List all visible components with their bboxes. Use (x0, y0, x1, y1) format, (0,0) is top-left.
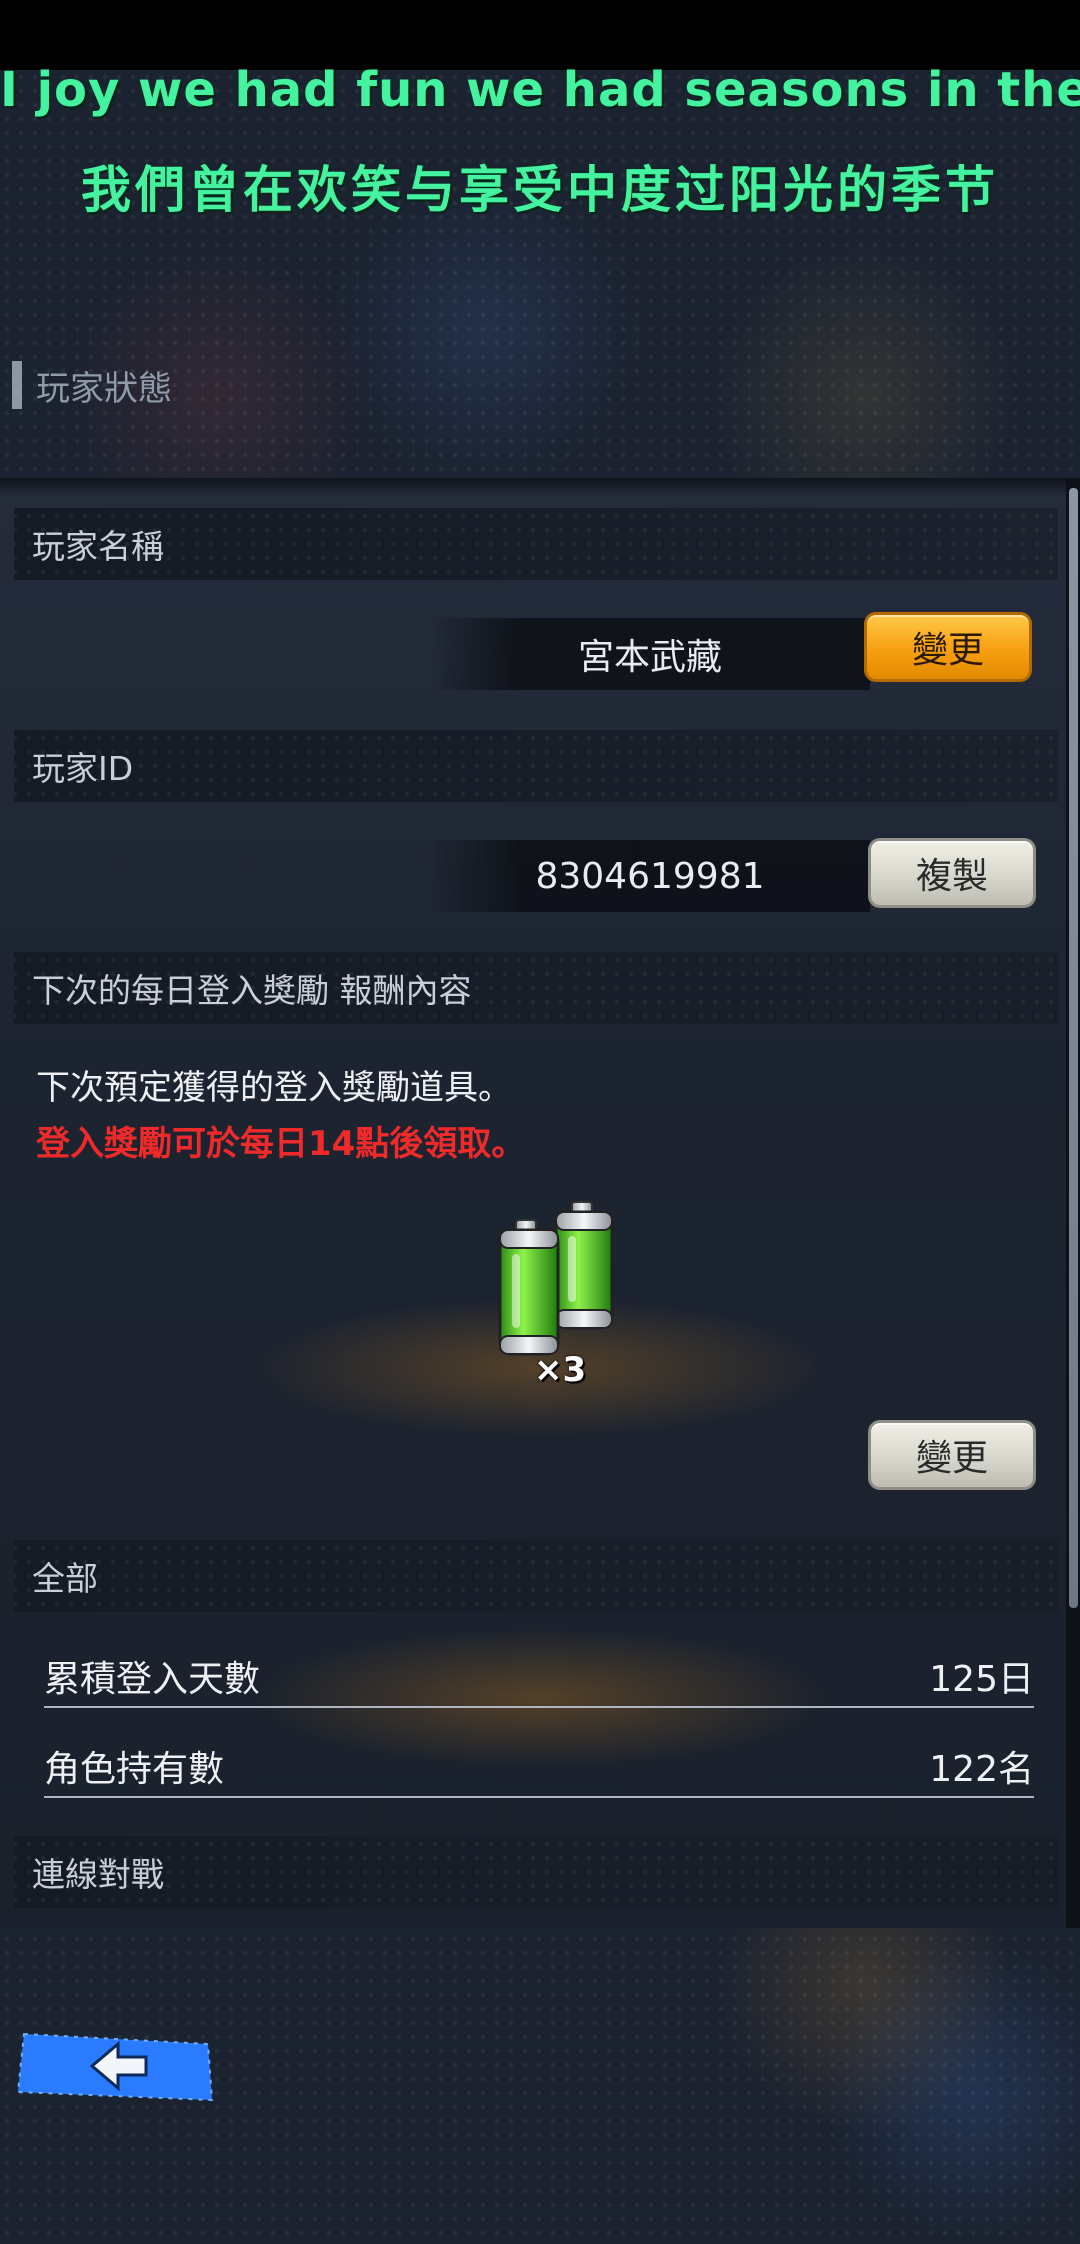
header-accent-bar (12, 361, 22, 409)
change-reward-button[interactable]: 變更 (868, 1420, 1036, 1490)
player-name-value: 宮本武藏 (430, 618, 870, 690)
section-daily-login-label: 下次的每日登入獎勵 報酬內容 (32, 971, 472, 1010)
section-player-name-label: 玩家名稱 (32, 527, 164, 566)
player-status-panel[interactable]: 玩家名稱 宮本武藏 變更 玩家ID 8304619981 複製 下次的每日登入獎… (0, 478, 1080, 1928)
copy-id-button[interactable]: 複製 (868, 838, 1036, 908)
panel-top-edge (0, 478, 1080, 496)
stat-value: 125日 (929, 1659, 1034, 1700)
stat-label: 角色持有數 (44, 1749, 225, 1790)
back-button[interactable] (12, 2026, 218, 2106)
stat-row-login-days: 累積登入天數 125日 (44, 1646, 1034, 1708)
login-reward-notice: 登入獎勵可於每日14點後領取。 (36, 1124, 526, 1164)
section-all-label: 全部 (32, 1559, 98, 1598)
player-id-value: 8304619981 (430, 840, 870, 912)
section-online-battle-label: 連線對戰 (32, 1855, 164, 1894)
scrollbar[interactable] (1066, 478, 1080, 1928)
page-header: 玩家狀態 (12, 360, 172, 410)
lyric-english: I joy we had fun we had seasons in the s… (0, 62, 1080, 118)
reward-quantity: ×3 (534, 1350, 587, 1390)
section-all: 全部 (14, 1540, 1058, 1612)
scrollbar-thumb[interactable] (1069, 488, 1078, 1608)
stat-label: 累積登入天數 (44, 1659, 261, 1700)
section-player-id-label: 玩家ID (32, 749, 134, 788)
lyric-chinese: 我們曾在欢笑与享受中度过阳光的季节 (81, 160, 999, 219)
top-black-bar (0, 0, 1080, 70)
section-player-id: 玩家ID (14, 730, 1058, 802)
stat-row-character-count: 角色持有數 122名 (44, 1736, 1034, 1798)
page-title: 玩家狀態 (36, 368, 172, 409)
stat-value: 122名 (929, 1749, 1034, 1790)
section-online-battle: 連線對戰 (14, 1836, 1058, 1908)
change-name-button[interactable]: 變更 (864, 612, 1032, 682)
login-reward-description: 下次預定獲得的登入獎勵道具。 (36, 1068, 512, 1108)
battery-icon (494, 1200, 624, 1370)
section-daily-login: 下次的每日登入獎勵 報酬內容 (14, 952, 1058, 1024)
section-player-name: 玩家名稱 (14, 508, 1058, 580)
